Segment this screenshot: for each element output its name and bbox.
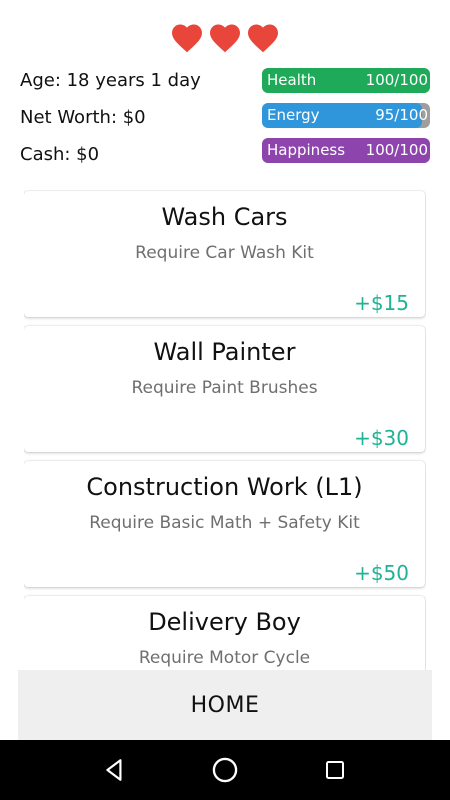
- health-value: 100/100: [365, 71, 428, 89]
- job-card-wall-painter[interactable]: Wall Painter Require Paint Brushes +$30: [24, 326, 425, 452]
- job-card-wash-cars[interactable]: Wash Cars Require Car Wash Kit +$15: [24, 191, 425, 317]
- player-stats: Age: 18 years 1 day Net Worth: $0 Cash: …: [20, 66, 250, 177]
- heart-icon: [210, 24, 240, 53]
- job-title: Wash Cars: [161, 203, 288, 231]
- status-bars: Health 100/100 Energy 95/100 Happiness 1…: [262, 68, 430, 173]
- energy-label: Energy: [267, 106, 320, 124]
- job-card-delivery-boy[interactable]: Delivery Boy Require Motor Cycle: [24, 596, 425, 672]
- job-list[interactable]: Wash Cars Require Car Wash Kit +$15 Wall…: [24, 190, 426, 672]
- health-bar: Health 100/100: [262, 68, 430, 93]
- job-requirement: Require Paint Brushes: [131, 378, 318, 398]
- heart-icon: [248, 24, 278, 53]
- age-text: Age: 18 years 1 day: [20, 70, 201, 91]
- happiness-value: 100/100: [365, 141, 428, 159]
- job-title: Construction Work (L1): [86, 473, 363, 501]
- job-title: Wall Painter: [153, 338, 296, 366]
- job-card-construction-work[interactable]: Construction Work (L1) Require Basic Mat…: [24, 461, 425, 587]
- job-requirement: Require Motor Cycle: [138, 648, 311, 668]
- job-pay: +$50: [354, 561, 409, 585]
- job-requirement: Require Basic Math + Safety Kit: [89, 513, 360, 533]
- energy-value: 95/100: [375, 106, 428, 124]
- energy-bar: Energy 95/100: [262, 103, 430, 128]
- happiness-bar: Happiness 100/100: [262, 138, 430, 163]
- happiness-label: Happiness: [267, 141, 346, 159]
- net-worth-text: Net Worth: $0: [20, 107, 146, 128]
- recents-icon[interactable]: [315, 750, 355, 790]
- back-icon[interactable]: [95, 750, 135, 790]
- health-label: Health: [267, 71, 317, 89]
- job-title: Delivery Boy: [148, 608, 301, 636]
- android-navigation-bar: [0, 740, 450, 800]
- job-requirement: Require Car Wash Kit: [135, 243, 314, 263]
- job-pay: +$15: [354, 291, 409, 315]
- home-button[interactable]: HOME: [18, 670, 432, 740]
- home-button-label: HOME: [190, 692, 260, 718]
- home-circle-icon[interactable]: [205, 750, 245, 790]
- job-pay: +$30: [354, 426, 409, 450]
- lives-hearts: [0, 20, 450, 60]
- heart-icon: [172, 24, 202, 53]
- cash-text: Cash: $0: [20, 144, 100, 165]
